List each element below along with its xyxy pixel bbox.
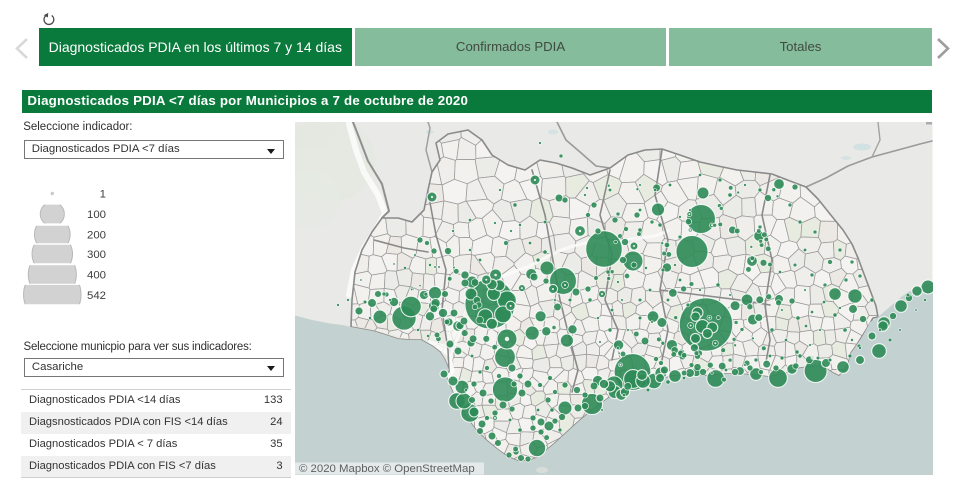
svg-text:© 2020 Mapbox © OpenStreetMap: © 2020 Mapbox © OpenStreetMap: [299, 463, 475, 475]
svg-text:100: 100: [87, 209, 106, 221]
svg-text:542: 542: [87, 290, 106, 302]
svg-text:1: 1: [100, 189, 106, 201]
svg-text:200: 200: [87, 230, 106, 242]
svg-text:300: 300: [87, 249, 106, 261]
svg-text:400: 400: [87, 270, 106, 282]
